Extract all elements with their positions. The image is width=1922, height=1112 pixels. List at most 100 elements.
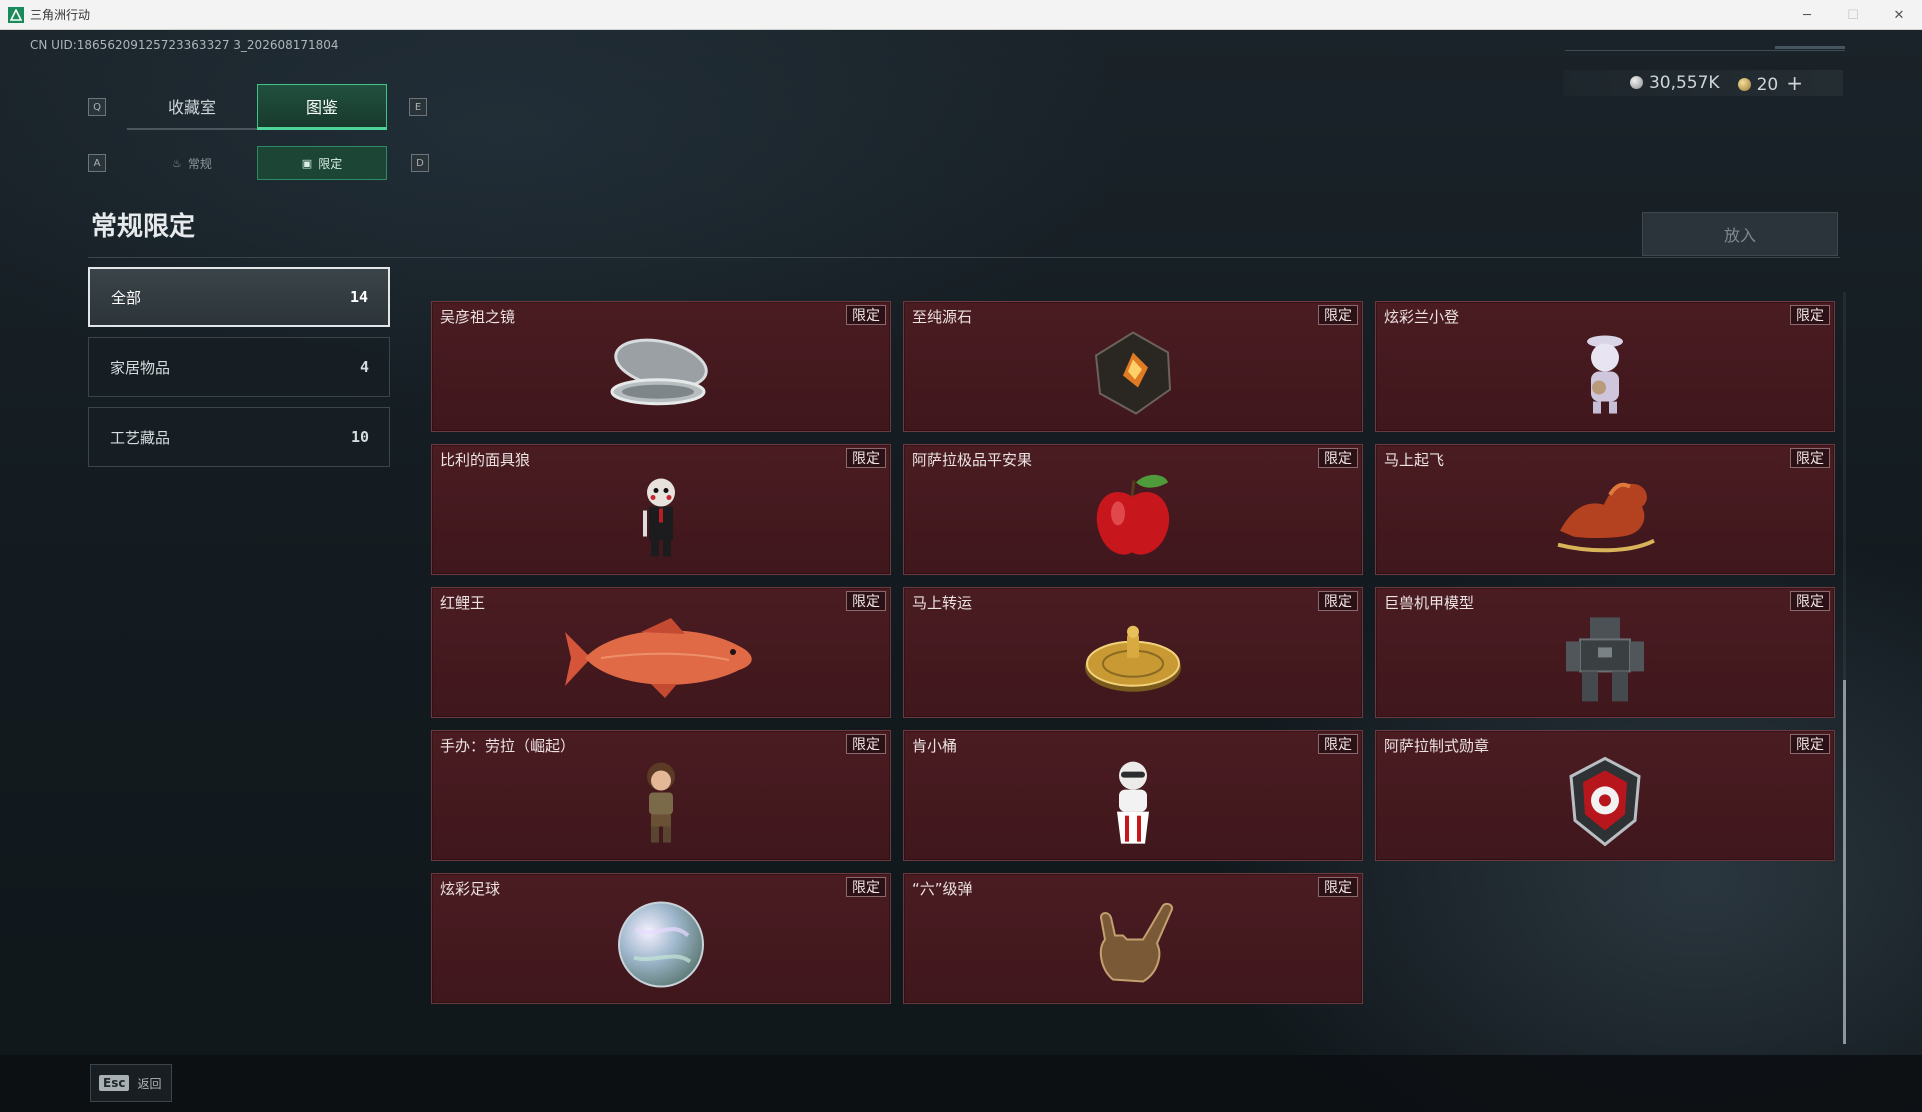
sidebar-item-count: 10 xyxy=(350,428,369,446)
tab-collection-room[interactable]: 收藏室 xyxy=(127,84,257,130)
image-icon: ▣ xyxy=(301,156,313,170)
item-card[interactable]: 马上起飞 限定 xyxy=(1375,444,1835,575)
item-card[interactable]: 炫彩足球 限定 xyxy=(431,873,891,1004)
window-titlebar: 三角洲行动 ─ ☐ ✕ xyxy=(0,0,1922,30)
sidebar-item-label: 家居物品 xyxy=(110,358,171,377)
bucket-figure-icon xyxy=(1101,755,1165,851)
limited-badge: 限定 xyxy=(1318,448,1358,468)
golden-disc-icon xyxy=(1083,617,1183,701)
tab-codex[interactable]: 图鉴 xyxy=(257,84,387,130)
item-card[interactable]: 吴彦祖之镜 限定 xyxy=(431,301,891,432)
item-name: 吴彦祖之镜 xyxy=(440,308,516,326)
limited-badge: 限定 xyxy=(1318,305,1358,325)
app-logo-icon xyxy=(8,6,24,23)
bottom-bar: Esc 返回 xyxy=(0,1055,1922,1112)
horse-icon xyxy=(1550,474,1660,558)
key-hint-q: Q xyxy=(88,98,106,116)
silver-coin-icon xyxy=(1629,76,1643,89)
item-card[interactable]: 炫彩兰小登 限定 xyxy=(1375,301,1835,432)
item-name: 手办：劳拉（崛起） xyxy=(440,737,576,755)
carp-icon xyxy=(561,616,761,704)
limited-badge: 限定 xyxy=(846,591,886,611)
item-card[interactable]: 马上转运 限定 xyxy=(903,587,1363,718)
back-button[interactable]: Esc 返回 xyxy=(90,1064,172,1102)
limited-badge: 限定 xyxy=(1790,734,1830,754)
sub-tabs: ♨ 常规 ▣ 限定 xyxy=(127,146,387,180)
item-card[interactable]: 阿萨拉极品平安果 限定 xyxy=(903,444,1363,575)
category-sidebar: 全部 14 家居物品 4 工艺藏品 10 xyxy=(88,267,390,477)
item-card[interactable]: 阿萨拉制式勋章 限定 xyxy=(1375,730,1835,861)
minimize-icon[interactable]: ─ xyxy=(1784,0,1830,30)
scrollbar-thumb[interactable] xyxy=(1843,680,1846,1044)
limited-badge: 限定 xyxy=(1790,591,1830,611)
masked-doll-icon xyxy=(631,470,691,564)
put-in-button[interactable]: 放入 xyxy=(1642,212,1838,256)
esc-key: Esc xyxy=(99,1075,130,1091)
subtab-limited[interactable]: ▣ 限定 xyxy=(257,146,387,180)
game-screen: CN UID:18656209125723363327 3_2026081718… xyxy=(0,30,1922,1112)
item-card[interactable]: 比利的面具狼 限定 xyxy=(431,444,891,575)
item-name: 至纯源石 xyxy=(912,308,973,326)
item-name: 阿萨拉制式勋章 xyxy=(1384,737,1490,755)
item-name: 马上起飞 xyxy=(1384,451,1445,469)
gold-currency: 20 + xyxy=(1737,71,1803,95)
sidebar-item-label: 全部 xyxy=(111,288,142,307)
item-name: 马上转运 xyxy=(912,594,973,612)
item-name: 比利的面具狼 xyxy=(440,451,531,469)
main-tabs: 收藏室 图鉴 xyxy=(127,84,387,130)
gold-coin-icon xyxy=(1737,78,1751,91)
limited-badge: 限定 xyxy=(846,305,886,325)
silver-currency: 30,557K xyxy=(1629,73,1720,93)
sidebar-item-count: 14 xyxy=(349,288,368,306)
key-hint-d: D xyxy=(411,154,429,172)
sidebar-item-all[interactable]: 全部 14 xyxy=(88,267,390,327)
limited-badge: 限定 xyxy=(846,877,886,897)
hand-sign-icon xyxy=(1083,899,1183,993)
limited-badge: 限定 xyxy=(1318,877,1358,897)
item-card[interactable]: 红鲤王 限定 xyxy=(431,587,891,718)
sidebar-item-crafts[interactable]: 工艺藏品 10 xyxy=(88,407,390,467)
window-controls: ─ ☐ ✕ xyxy=(1784,0,1922,30)
apple-icon xyxy=(1088,468,1178,567)
window-title: 三角洲行动 xyxy=(30,8,91,22)
divider xyxy=(88,257,1840,258)
limited-badge: 限定 xyxy=(846,734,886,754)
item-name: 炫彩兰小登 xyxy=(1384,308,1460,326)
limited-badge: 限定 xyxy=(1790,305,1830,325)
sidebar-item-label: 工艺藏品 xyxy=(110,428,171,447)
mech-icon xyxy=(1560,611,1650,710)
subtab-regular[interactable]: ♨ 常规 xyxy=(127,146,257,180)
close-icon[interactable]: ✕ xyxy=(1876,0,1922,30)
maximize-icon[interactable]: ☐ xyxy=(1830,0,1876,30)
item-name: 阿萨拉极品平安果 xyxy=(912,451,1033,469)
back-label: 返回 xyxy=(137,1076,162,1091)
football-icon xyxy=(616,899,706,993)
lara-figure-icon xyxy=(633,756,689,850)
item-name: 巨兽机甲模型 xyxy=(1384,594,1475,612)
figure-icon xyxy=(1575,327,1635,421)
key-hint-a: A xyxy=(88,154,106,172)
item-name: 炫彩足球 xyxy=(440,880,501,898)
flame-icon: ♨ xyxy=(172,156,182,170)
player-uid: CN UID:18656209125723363327 3_2026081718… xyxy=(30,38,339,52)
item-card[interactable]: 手办：劳拉（崛起） 限定 xyxy=(431,730,891,861)
limited-badge: 限定 xyxy=(846,448,886,468)
item-grid: 吴彦祖之镜 限定 至纯源石 限定 炫彩兰小登 限定 比利的面具狼 限定 阿萨拉极… xyxy=(431,301,1836,1004)
mirror-icon xyxy=(606,331,716,415)
limited-badge: 限定 xyxy=(1318,591,1358,611)
key-hint-e: E xyxy=(409,98,427,116)
item-card[interactable]: “六”级弹 限定 xyxy=(903,873,1363,1004)
item-card[interactable]: 巨兽机甲模型 限定 xyxy=(1375,587,1835,718)
page-title: 常规限定 xyxy=(91,212,196,242)
sidebar-item-home-goods[interactable]: 家居物品 4 xyxy=(88,337,390,397)
item-name: 红鲤王 xyxy=(440,594,486,612)
medal-icon xyxy=(1565,754,1645,853)
currency-bar: 30,557K 20 + xyxy=(1563,70,1843,96)
item-name: 肯小桶 xyxy=(912,737,958,755)
item-card[interactable]: 至纯源石 限定 xyxy=(903,301,1363,432)
item-name: “六”级弹 xyxy=(912,880,973,898)
add-currency-button[interactable]: + xyxy=(1786,71,1803,95)
item-card[interactable]: 肯小桶 限定 xyxy=(903,730,1363,861)
source-stone-icon xyxy=(1088,327,1178,421)
limited-badge: 限定 xyxy=(1790,448,1830,468)
